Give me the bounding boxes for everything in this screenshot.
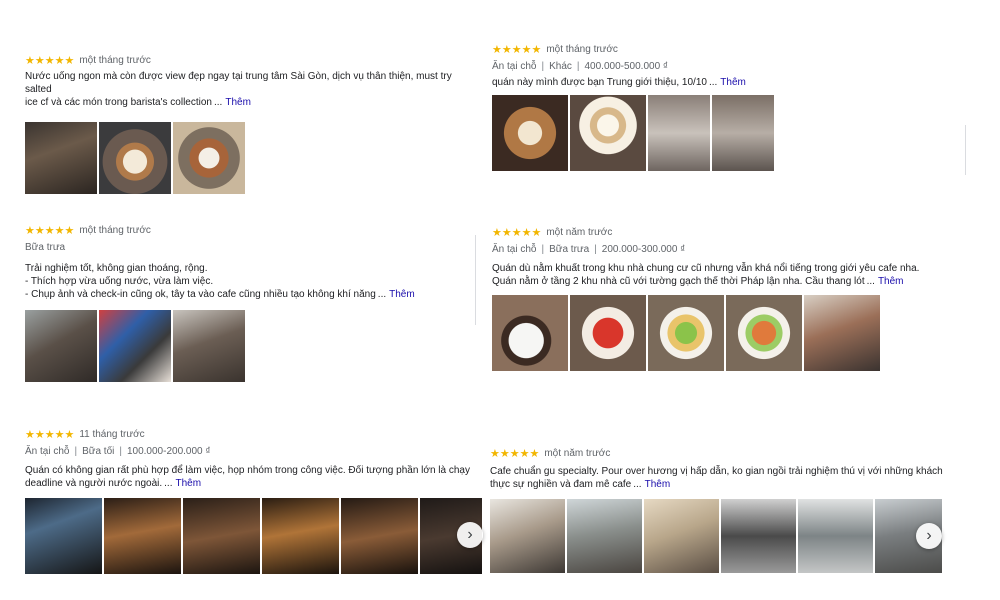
affogato-photo[interactable]	[570, 95, 646, 171]
review-time: một tháng trước	[79, 224, 151, 236]
review-text: Trải nghiệm tốt, không gian thoáng, rộng…	[25, 263, 415, 300]
review-card: ★★★★★ một tháng trước Ăn tại chỗ | Khác | 40…	[492, 42, 962, 171]
review-text: Quán có không gian rất phù hợp để làm vi…	[25, 465, 470, 489]
column-divider	[475, 235, 476, 325]
review-text: Quán dù nằm khuất trong khu nhà chung cư…	[492, 263, 920, 287]
painting-photo[interactable]	[99, 310, 171, 382]
review-photos	[25, 122, 475, 194]
star-rating: ★★★★★	[490, 447, 540, 460]
star-rating: ★★★★★	[25, 428, 75, 441]
iced-coffee-glass-photo[interactable]	[173, 122, 245, 194]
review-time: 11 tháng trước	[79, 428, 145, 440]
review-card: ★★★★★ 11 tháng trước Ăn tại chỗ | Bữa tối |…	[25, 427, 490, 574]
review-card: ★★★★★ một tháng trước Nước uống ngon mà …	[25, 53, 475, 194]
review-text: Cafe chuẩn gu specialty. Pour over hương…	[490, 466, 943, 490]
review-time: một tháng trước	[546, 43, 618, 55]
menu-board-photo[interactable]	[644, 499, 719, 573]
more-link[interactable]: Thêm	[225, 97, 251, 108]
review-photos	[490, 499, 942, 573]
review-time: một năm trước	[544, 447, 611, 459]
review-time: một tháng trước	[79, 54, 151, 66]
next-photo-button[interactable]: ›	[457, 522, 483, 548]
salad-photo[interactable]	[648, 295, 724, 371]
cafe-hall-photo[interactable]	[173, 310, 245, 382]
shrimp-salad-photo[interactable]	[726, 295, 802, 371]
review-card: ★★★★★ một năm trước Cafe chuẩn gu specia…	[490, 446, 945, 573]
window-wall-photo[interactable]	[798, 499, 873, 573]
selfie-photo[interactable]	[804, 295, 880, 371]
pasta-photo[interactable]	[570, 295, 646, 371]
star-rating: ★★★★★	[492, 226, 542, 239]
more-link[interactable]: Thêm	[389, 289, 415, 300]
review-time: một năm trước	[546, 226, 613, 238]
review-text: Nước uống ngon mà còn được view đẹp ngay…	[25, 71, 452, 108]
review-photos	[492, 295, 962, 371]
review-card: ★★★★★ một tháng trước Bữa trưa Trải nghi…	[25, 223, 475, 382]
more-link[interactable]: Thêm	[878, 276, 904, 287]
review-photos	[25, 498, 483, 574]
cafe-workspace-photo[interactable]	[25, 310, 97, 382]
review-meta: Bữa trưa	[25, 242, 66, 253]
review-text: quán này mình được bạn Trung giới thiệu,…	[492, 77, 746, 88]
latte-art-photo[interactable]	[492, 95, 568, 171]
person-at-wall-photo[interactable]	[648, 95, 710, 171]
iced-latte-photo[interactable]	[99, 122, 171, 194]
next-photo-button[interactable]: ›	[916, 523, 942, 549]
bright-cafe-photo-1[interactable]	[490, 499, 565, 573]
review-meta: Ăn tại chỗ | Bữa tối | 100.000-200.000 ₫	[25, 446, 211, 457]
bright-cafe-photo-2[interactable]	[567, 499, 642, 573]
chevron-right-icon: ›	[926, 527, 932, 544]
review-photos	[25, 310, 475, 382]
more-link[interactable]: Thêm	[720, 77, 746, 88]
review-meta: Ăn tại chỗ | Khác | 400.000-500.000 ₫	[492, 61, 669, 72]
dining-hall-photo[interactable]	[341, 498, 418, 574]
star-rating: ★★★★★	[25, 224, 75, 237]
pendant-lights-photo[interactable]	[262, 498, 339, 574]
review-meta: Ăn tại chỗ | Bữa trưa | 200.000-300.000 ₫	[492, 244, 686, 255]
coffee-cup-photo[interactable]	[492, 295, 568, 371]
column-divider	[965, 125, 966, 175]
bar-counter-photo[interactable]	[183, 498, 260, 574]
dark-interior-photo-1[interactable]	[25, 498, 102, 574]
chevron-right-icon: ›	[467, 526, 473, 543]
more-link[interactable]: Thêm	[645, 479, 671, 490]
review-card: ★★★★★ một năm trước Ăn tại chỗ | Bữa trưa |…	[492, 225, 962, 371]
cafe-interior-photo[interactable]	[25, 122, 97, 194]
more-link[interactable]: Thêm	[176, 478, 202, 489]
person-portrait-photo[interactable]	[712, 95, 774, 171]
review-photos	[492, 95, 962, 171]
glass-door-photo[interactable]	[721, 499, 796, 573]
star-rating: ★★★★★	[492, 43, 542, 56]
dark-interior-photo-2[interactable]	[104, 498, 181, 574]
star-rating: ★★★★★	[25, 54, 75, 67]
